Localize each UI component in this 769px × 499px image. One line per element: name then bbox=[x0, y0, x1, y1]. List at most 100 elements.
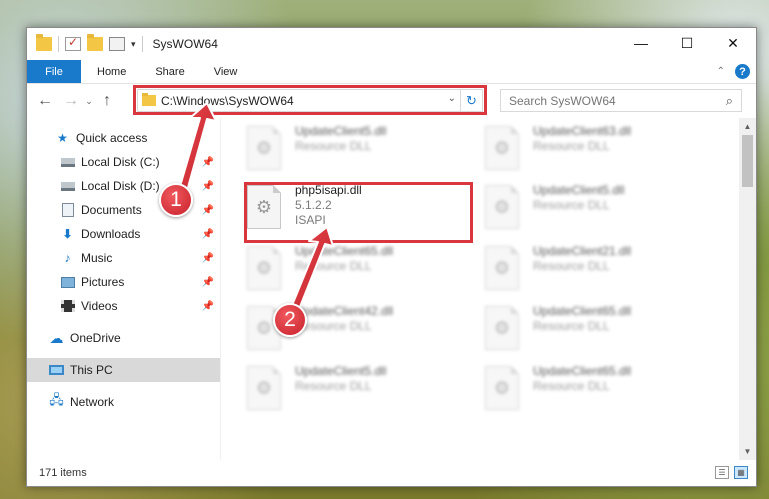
file-description: Resource DLL bbox=[533, 319, 610, 333]
navigation-bar: ← → ⌄ ↑ C:\Windows\SysWOW64 ⌄ ↻ ⌕ bbox=[27, 84, 756, 118]
sidebar-item-quick-access[interactable]: ★ Quick access bbox=[27, 126, 220, 150]
scroll-up-arrow-icon[interactable]: ▲ bbox=[739, 118, 756, 135]
sidebar-item-videos[interactable]: Videos 📌 bbox=[27, 294, 220, 318]
folder-icon bbox=[142, 93, 156, 106]
search-box[interactable]: ⌕ bbox=[500, 89, 742, 112]
file-item[interactable]: ⚙ UpdateClient65.dll Resource DLL bbox=[485, 302, 695, 360]
help-icon[interactable]: ? bbox=[735, 64, 750, 79]
view-details-icon[interactable] bbox=[109, 37, 125, 51]
tab-file[interactable]: File bbox=[27, 60, 81, 83]
sidebar-item-downloads[interactable]: ⬇ Downloads 📌 bbox=[27, 222, 220, 246]
properties-check-icon[interactable] bbox=[65, 35, 81, 51]
pin-icon: 📌 bbox=[201, 180, 214, 192]
explorer-body: ★ Quick access Local Disk (C:) 📌 Local D… bbox=[27, 118, 756, 460]
downloads-icon: ⬇ bbox=[62, 227, 73, 241]
sidebar-item-label: Local Disk (C:) bbox=[81, 155, 160, 169]
sidebar-item-label: Documents bbox=[81, 203, 142, 217]
window-title: SysWOW64 bbox=[152, 37, 218, 51]
up-button[interactable]: ↑ bbox=[97, 92, 117, 110]
videos-icon bbox=[60, 299, 75, 313]
file-item-php5isapi[interactable]: ⚙ php5isapi.dll 5.1.2.2 ISAPI bbox=[247, 181, 457, 239]
file-name: UpdateClient5.dll bbox=[533, 183, 625, 197]
file-description: Resource DLL bbox=[295, 259, 372, 273]
dll-file-icon: ⚙ bbox=[485, 185, 519, 229]
file-item[interactable]: ⚙ UpdateClient21.dll Resource DLL bbox=[485, 242, 695, 300]
address-bar[interactable]: C:\Windows\SysWOW64 ⌄ ↻ bbox=[137, 89, 483, 112]
sidebar-item-pictures[interactable]: Pictures 📌 bbox=[27, 270, 220, 294]
file-item[interactable]: ⚙ UpdateClient5.dll Resource DLL bbox=[247, 122, 457, 180]
file-explorer-window: ▾ SysWOW64 — ☐ ✕ File Home Share View ⌃ … bbox=[26, 27, 757, 487]
sidebar-item-music[interactable]: ♪ Music 📌 bbox=[27, 246, 220, 270]
pin-icon: 📌 bbox=[201, 204, 214, 216]
address-dropdown-icon[interactable]: ⌄ bbox=[448, 93, 456, 104]
file-item[interactable]: ⚙ UpdateClient5.dll Resource DLL bbox=[247, 362, 457, 420]
expand-ribbon-chevron-icon[interactable]: ⌃ bbox=[717, 66, 725, 77]
large-icons-view-icon[interactable]: ▦ bbox=[734, 466, 748, 479]
tab-view[interactable]: View bbox=[200, 60, 253, 83]
step-marker-2: 2 bbox=[273, 303, 307, 337]
file-name: UpdateClient65.dll bbox=[533, 304, 632, 318]
file-name: UpdateClient5.dll bbox=[295, 124, 387, 138]
close-button[interactable]: ✕ bbox=[710, 28, 756, 58]
vertical-scrollbar[interactable]: ▲ ▼ bbox=[739, 118, 756, 460]
file-description: Resource DLL bbox=[295, 139, 372, 153]
details-view-icon[interactable]: ☰ bbox=[715, 466, 729, 479]
sidebar-item-label: Quick access bbox=[76, 131, 148, 145]
pin-icon: 📌 bbox=[201, 228, 214, 240]
file-name: UpdateClient63.dll bbox=[533, 124, 632, 138]
separator bbox=[141, 36, 143, 52]
search-icon[interactable]: ⌕ bbox=[726, 93, 733, 109]
scroll-down-arrow-icon[interactable]: ▼ bbox=[739, 443, 756, 460]
sidebar-item-label: OneDrive bbox=[70, 331, 121, 345]
scroll-thumb[interactable] bbox=[742, 135, 753, 187]
sidebar-item-this-pc[interactable]: This PC bbox=[27, 358, 220, 382]
pin-icon: 📌 bbox=[201, 252, 214, 264]
file-list: ⚙ UpdateClient5.dll Resource DLL ⚙ Updat… bbox=[221, 118, 756, 460]
folder-icon bbox=[36, 34, 52, 51]
file-description: Resource DLL bbox=[533, 139, 610, 153]
tab-home[interactable]: Home bbox=[81, 60, 141, 83]
step-marker-1: 1 bbox=[159, 183, 193, 217]
sidebar-item-onedrive[interactable]: ☁ OneDrive bbox=[27, 326, 220, 350]
maximize-button[interactable]: ☐ bbox=[664, 28, 710, 58]
dll-file-icon: ⚙ bbox=[485, 126, 519, 170]
sidebar-item-label: Videos bbox=[81, 299, 118, 313]
tab-share[interactable]: Share bbox=[141, 60, 199, 83]
file-description: ISAPI bbox=[295, 213, 326, 227]
ribbon-tabs: File Home Share View ⌃ ? bbox=[27, 60, 756, 84]
file-name: UpdateClient65.dll bbox=[533, 364, 632, 378]
ribbon-right-controls: ⌃ ? bbox=[717, 64, 750, 79]
file-version: 5.1.2.2 bbox=[295, 198, 332, 212]
customize-dropdown-icon[interactable]: ▾ bbox=[131, 39, 136, 50]
search-input[interactable] bbox=[509, 93, 709, 108]
forward-button[interactable]: → bbox=[61, 92, 81, 110]
address-path[interactable]: C:\Windows\SysWOW64 bbox=[161, 94, 294, 108]
sidebar-item-label: Local Disk (D:) bbox=[81, 179, 160, 193]
dll-file-icon: ⚙ bbox=[247, 366, 281, 410]
status-bar: 171 items ☰ ▦ bbox=[27, 460, 756, 486]
file-item[interactable]: ⚙ UpdateClient5.dll Resource DLL bbox=[485, 181, 695, 239]
file-item[interactable]: ⚙ UpdateClient63.dll Resource DLL bbox=[485, 122, 695, 180]
file-name: php5isapi.dll bbox=[295, 183, 362, 197]
network-icon: 🖧 bbox=[49, 392, 64, 407]
file-item[interactable]: ⚙ UpdateClient65.dll Resource DLL bbox=[247, 242, 457, 300]
back-button[interactable]: ← bbox=[35, 92, 55, 110]
sidebar-item-label: Pictures bbox=[81, 275, 125, 289]
navigation-pane: ★ Quick access Local Disk (C:) 📌 Local D… bbox=[27, 118, 221, 460]
drive-icon bbox=[60, 155, 75, 169]
refresh-button[interactable]: ↻ bbox=[460, 90, 482, 111]
file-item[interactable]: ⚙ UpdateClient65.dll Resource DLL bbox=[485, 362, 695, 420]
sidebar-item-label: Network bbox=[70, 395, 115, 409]
dll-file-icon: ⚙ bbox=[485, 366, 519, 410]
sidebar-item-network[interactable]: 🖧 Network bbox=[27, 390, 220, 414]
title-bar: ▾ SysWOW64 — ☐ ✕ bbox=[27, 28, 756, 60]
pin-icon: 📌 bbox=[201, 276, 214, 288]
recent-locations-chevron-icon[interactable]: ⌄ bbox=[81, 96, 97, 107]
dll-file-icon: ⚙ bbox=[485, 306, 519, 350]
file-description: Resource DLL bbox=[533, 259, 610, 273]
file-name: UpdateClient42.dll bbox=[295, 304, 394, 318]
minimize-button[interactable]: — bbox=[618, 28, 664, 58]
documents-icon bbox=[60, 203, 75, 217]
new-folder-icon[interactable] bbox=[87, 34, 103, 51]
sidebar-item-local-disk-c[interactable]: Local Disk (C:) 📌 bbox=[27, 150, 220, 174]
